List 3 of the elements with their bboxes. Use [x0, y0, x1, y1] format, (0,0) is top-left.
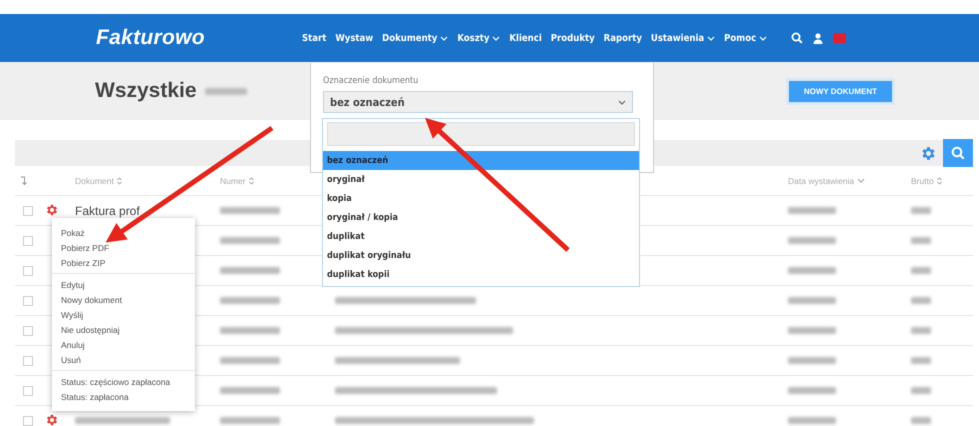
field-label: Oznaczenie dokumentu [323, 76, 420, 86]
document-type: Faktura prof [75, 204, 140, 218]
page-title: Wszystkie [95, 79, 197, 103]
